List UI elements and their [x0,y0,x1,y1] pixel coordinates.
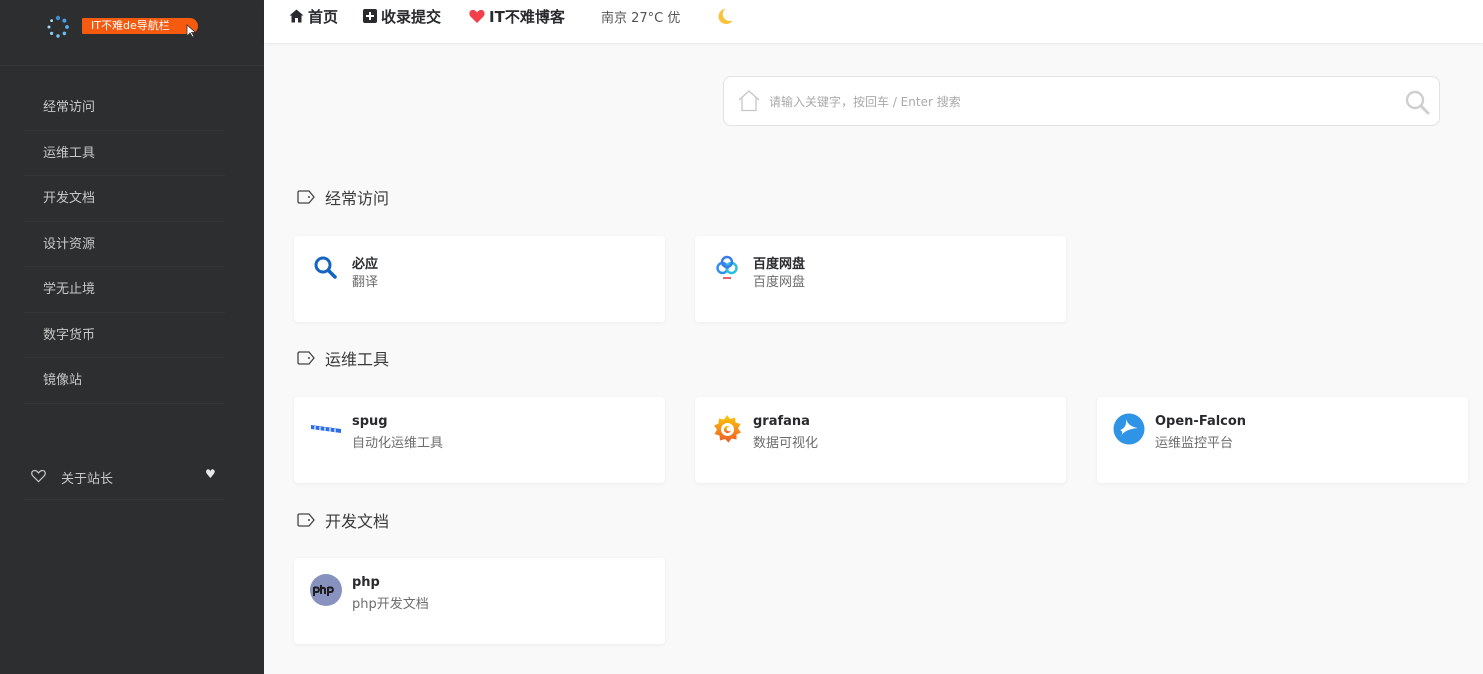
site-card-bing[interactable]: 必应 翻译 [294,236,665,322]
search-input[interactable] [769,91,1369,113]
card-description: 运维监控平台 [1155,436,1234,451]
card-title: grafana [753,414,810,429]
heart-icon [469,9,485,23]
about-label: 关于站长 [61,472,114,487]
heart-icon: ♥ [205,467,216,481]
card-title: spug [352,414,388,429]
site-card-grafana[interactable]: grafana 数据可视化 [695,397,1066,483]
section-title-label: 开发文档 [325,512,390,531]
sidebar-item-design-resources[interactable]: 设计资源 [24,222,225,267]
loading-spinner-icon [47,15,69,38]
heart-outline-icon [31,469,46,483]
card-title: php [352,575,380,590]
card-description: php开发文档 [352,597,429,612]
site-card-spug[interactable]: spug 自动化运维工具 [294,397,665,483]
sidebar-nav: 经常访问 运维工具 开发文档 设计资源 学无止境 数字货币 镜像站 [24,85,225,404]
home-label: 首页 [308,7,339,26]
blog-label: IT不难博客 [489,7,565,26]
site-card-php[interactable]: php php开发文档 [294,558,665,644]
open-falcon-icon [1113,413,1145,445]
spug-icon [311,425,341,433]
tag-icon [297,513,315,527]
card-description: 数据可视化 [753,436,819,451]
site-card-open-falcon[interactable]: Open-Falcon 运维监控平台 [1097,397,1468,483]
search-box [723,76,1440,126]
section-title-label: 运维工具 [325,350,390,369]
sidebar-item-ops-tools[interactable]: 运维工具 [24,131,225,176]
section-title-frequent: 经常访问 [297,186,389,208]
card-description: 百度网盘 [753,275,806,290]
weather-widget[interactable]: 南京 27°C 优 [601,7,680,26]
cursor-icon [186,24,197,38]
sidebar-item-learning[interactable]: 学无止境 [24,267,225,313]
section-title-label: 经常访问 [325,189,390,208]
home-outline-icon[interactable] [737,89,761,112]
baidu-netdisk-icon [716,255,738,279]
sidebar-item-frequent[interactable]: 经常访问 [24,85,225,131]
blog-link[interactable]: IT不难博客 [469,6,565,26]
tag-icon [297,351,315,365]
home-link[interactable]: 首页 [289,6,338,26]
search-icon[interactable] [1404,89,1430,115]
logo-badge: IT不难de导航栏 [82,18,198,34]
sidebar-item-crypto[interactable]: 数字货币 [24,313,225,358]
card-description: 翻译 [352,275,379,290]
sidebar-item-mirrors[interactable]: 镜像站 [24,358,225,404]
submit-label: 收录提交 [381,7,442,26]
card-description: 自动化运维工具 [352,436,444,451]
php-icon [310,574,342,606]
sidebar-item-dev-docs[interactable]: 开发文档 [24,176,225,222]
sidebar-item-about[interactable]: 关于站长 ♥ [24,454,225,500]
logo[interactable]: IT不难de导航栏 [0,0,264,66]
section-title-ops-tools: 运维工具 [297,347,389,369]
grafana-icon [714,415,741,443]
card-title: 必应 [352,257,379,272]
plus-square-icon [363,9,377,23]
card-title: 百度网盘 [753,257,806,272]
section-title-dev-docs: 开发文档 [297,509,389,531]
top-bar: 首页 收录提交 IT不难博客 南京 27°C 优 [264,0,1483,43]
tag-icon [297,190,315,204]
bing-search-icon [314,256,337,279]
card-title: Open-Falcon [1155,414,1247,429]
home-icon [289,9,304,23]
site-card-baidu-netdisk[interactable]: 百度网盘 百度网盘 [695,236,1066,322]
moon-icon[interactable] [715,7,735,25]
sidebar: IT不难de导航栏 经常访问 运维工具 开发文档 设计资源 学无止境 数字货币 … [0,0,264,674]
submit-link[interactable]: 收录提交 [363,6,441,26]
